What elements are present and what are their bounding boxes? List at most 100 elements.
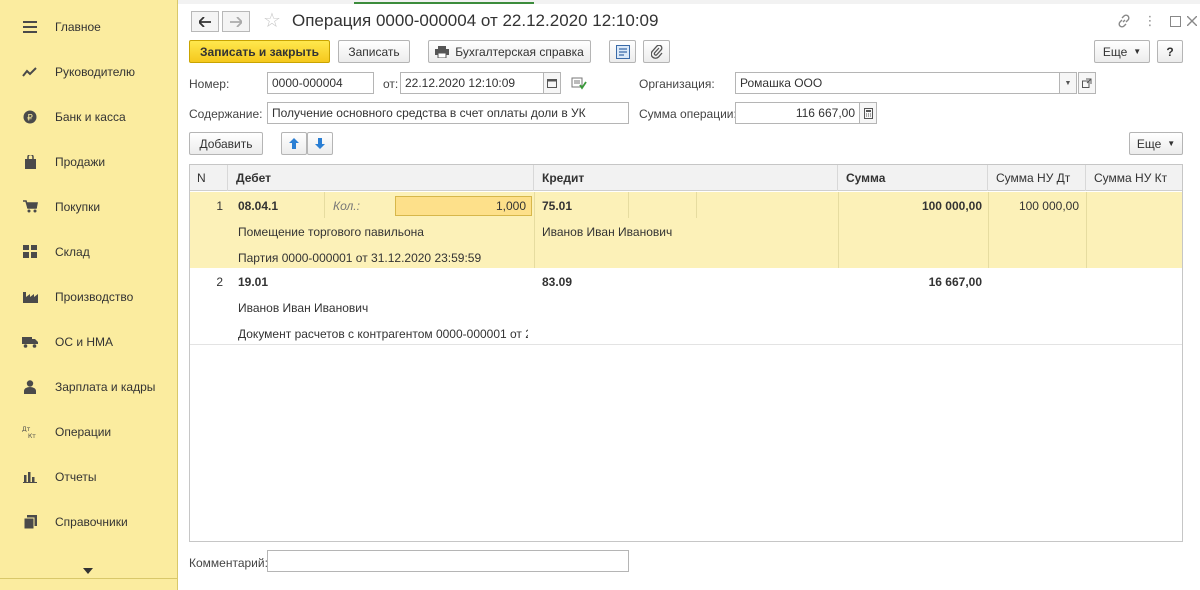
table-more-label: Еще [1136,136,1162,151]
printer-icon [435,45,450,58]
table-more-button[interactable]: Еще ▼ [1129,132,1183,155]
comment-field[interactable] [267,550,629,572]
bar-chart-icon [22,469,38,485]
move-down-button[interactable] [307,132,333,155]
debit-subconto-2[interactable]: Документ расчетов с контрагентом 0000-00… [238,327,528,341]
content-field[interactable]: Получение основного средства в счет опла… [267,102,629,124]
chevron-down-icon: ▼ [1133,47,1142,56]
date-label: от: [383,77,399,91]
sidebar-item-manager[interactable]: Руководителю [0,49,178,94]
quantity-label: Кол.: [333,199,360,213]
post-status-icon[interactable] [570,74,588,92]
sidebar-item-warehouse[interactable]: Склад [0,229,178,274]
date-field[interactable]: 22.12.2020 12:10:09 [400,72,544,94]
move-up-button[interactable] [281,132,307,155]
debit-subconto-1[interactable]: Помещение торгового павильона [238,225,424,239]
sidebar-item-fixed-assets[interactable]: ОС и НМА [0,319,178,364]
table-row[interactable]: 2 19.01 83.09 16 667,00 Иванов Иван Иван… [190,268,1182,345]
column-header-credit[interactable]: Кредит [534,165,838,191]
credit-account[interactable]: 75.01 [542,199,572,213]
operation-sum-label: Сумма операции: [639,107,737,121]
tab-strip [178,0,1200,4]
content-label: Содержание: [189,107,263,121]
debit-subconto-2[interactable]: Партия 0000-000001 от 31.12.2020 23:59:5… [238,251,481,265]
trend-icon [22,64,38,80]
forward-button[interactable] [222,11,250,32]
number-field[interactable]: 0000-000004 [267,72,374,94]
sidebar-item-label: Покупки [55,199,101,214]
quantity-field[interactable]: 1,000 [395,196,532,216]
save-and-close-button[interactable]: Записать и закрыть [189,40,330,63]
sidebar-item-catalogs[interactable]: Справочники [0,499,178,544]
number-label: Номер: [189,77,230,91]
paperclip-icon [650,44,662,59]
menu-icon [22,19,38,35]
save-button[interactable]: Записать [338,40,410,63]
sidebar-item-sales[interactable]: Продажи [0,139,178,184]
organization-field[interactable]: Ромашка ООО [735,72,1060,94]
svg-text:Дт: Дт [22,426,31,433]
sidebar-item-salary[interactable]: Зарплата и кадры [0,364,178,409]
column-header-sum[interactable]: Сумма [838,165,988,191]
entries-table: N Дебет Кредит Сумма Сумма НУ Дт Сумма Н… [189,164,1183,542]
organization-label: Организация: [639,77,715,91]
column-header-debit[interactable]: Дебет [228,165,534,191]
active-tab-indicator [354,0,534,4]
dt-kt-report-button[interactable] [609,40,636,63]
sidebar-item-purchases[interactable]: Покупки [0,184,178,229]
column-header-n[interactable]: N [190,165,228,191]
more-actions-button[interactable]: Еще ▼ [1094,40,1150,63]
sidebar-item-label: Зарплата и кадры [55,379,156,394]
link-icon[interactable] [1115,12,1133,30]
help-button[interactable]: ? [1157,40,1183,63]
ruble-coin-icon: ₽ [22,109,38,125]
sidebar-item-label: Операции [55,424,112,439]
operation-sum-field[interactable]: 116 667,00 [735,102,860,124]
credit-account[interactable]: 83.09 [542,275,572,289]
sidebar-scroll-down-icon[interactable] [80,566,96,576]
sum-value[interactable]: 100 000,00 [838,199,982,213]
calculator-button[interactable] [859,102,877,124]
attach-file-button[interactable] [643,40,670,63]
warehouse-grid-icon [22,244,38,260]
organization-open-button[interactable] [1078,72,1096,94]
sidebar-item-operations[interactable]: Дт Кт Операции [0,409,178,454]
more-label: Еще [1102,44,1128,59]
dt-kt-icon: Дт Кт [22,424,38,440]
back-button[interactable] [191,11,219,32]
organization-dropdown-button[interactable]: ▼ [1059,72,1077,94]
maximize-icon[interactable] [1166,12,1184,30]
sidebar-divider [0,578,178,579]
sidebar-item-main[interactable]: Главное [0,4,178,49]
chevron-down-icon: ▼ [1167,139,1176,148]
books-icon [22,514,38,530]
column-header-nu-kt[interactable]: Сумма НУ Кт [1086,165,1182,191]
calendar-button[interactable] [543,72,561,94]
close-icon[interactable] [1183,12,1200,30]
sidebar-item-bank[interactable]: ₽ Банк и касса [0,94,178,139]
debit-subconto-1[interactable]: Иванов Иван Иванович [238,301,368,315]
column-header-nu-dt[interactable]: Сумма НУ Дт [988,165,1086,191]
debit-account[interactable]: 19.01 [238,275,268,289]
arrow-up-icon [289,138,299,149]
nu-dt-value[interactable]: 100 000,00 [988,199,1079,213]
sidebar-item-reports[interactable]: Отчеты [0,454,178,499]
sidebar-item-label: ОС и НМА [55,334,114,349]
add-row-button[interactable]: Добавить [189,132,263,155]
sidebar-item-label: Производство [55,289,134,304]
sum-value[interactable]: 16 667,00 [838,275,982,289]
sidebar-item-label: Продажи [55,154,106,169]
credit-subconto-1[interactable]: Иванов Иван Иванович [542,225,672,239]
more-vertical-icon[interactable]: ⋮ [1141,12,1159,30]
sidebar-item-label: Склад [55,244,90,259]
sidebar-item-production[interactable]: Производство [0,274,178,319]
row-number: 1 [216,199,223,213]
arrow-left-icon [199,16,211,27]
table-row[interactable]: 1 08.04.1 Кол.: 1,000 75.01 100 000,00 1… [190,192,1182,268]
structure-icon [615,44,630,59]
person-icon [22,379,38,395]
arrow-right-icon [230,16,242,27]
favorite-star-icon[interactable]: ☆ [263,10,281,32]
debit-account[interactable]: 08.04.1 [238,199,278,213]
accounting-note-button[interactable]: Бухгалтерская справка [428,40,591,63]
